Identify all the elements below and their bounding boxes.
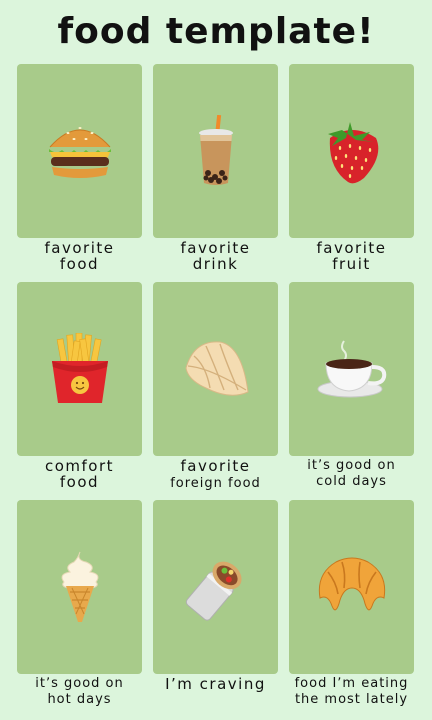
hamburger-icon <box>46 119 114 183</box>
card-image-area <box>289 64 414 238</box>
caption-line-2: food <box>59 255 100 273</box>
bubble-tea-icon <box>194 115 238 187</box>
card-caption: food Iʼm eating the most lately <box>289 676 414 708</box>
card-caption: favorite drink <box>153 240 278 272</box>
card-caption: comfort food <box>17 458 142 490</box>
card-caption: favorite food <box>17 240 142 272</box>
caption-line-1: Iʼm craving <box>165 675 266 693</box>
card-image-area <box>289 500 414 674</box>
card-image-area <box>17 64 142 238</box>
card-hot-days: itʼs good on hot days <box>17 500 142 718</box>
caption-line-2: drink <box>192 255 239 273</box>
card-image-area <box>289 282 414 456</box>
card-image-area <box>17 282 142 456</box>
hot-beverage-icon <box>316 339 388 399</box>
card-craving: Iʼm craving <box>153 500 278 718</box>
card-favorite-fruit: favorite fruit <box>289 64 414 282</box>
food-grid: favorite food favorite drink favorite fr… <box>17 64 415 718</box>
card-favorite-drink: favorite drink <box>153 64 278 282</box>
caption-line-2: fruit <box>332 255 371 273</box>
page-title: food template! <box>57 11 375 52</box>
caption-line-2: foreign food <box>170 476 261 491</box>
card-caption: Iʼm craving <box>153 676 278 692</box>
caption-line-2: cold days <box>316 474 387 489</box>
card-caption: itʼs good on cold days <box>289 458 414 490</box>
card-comfort-food: comfort food <box>17 282 142 500</box>
burrito-icon <box>180 551 252 623</box>
card-image-area <box>153 282 278 456</box>
card-cold-days: itʼs good on cold days <box>289 282 414 500</box>
card-caption: favorite fruit <box>289 240 414 272</box>
caption-line-2: hot days <box>47 692 112 707</box>
french-fries-icon <box>48 333 112 405</box>
croissant-icon <box>314 554 390 620</box>
soft-ice-cream-icon <box>56 550 104 624</box>
card-favorite-foreign-food: favorite foreign food <box>153 282 278 500</box>
caption-line-1: itʼs good on <box>307 458 396 473</box>
strawberry-icon <box>320 116 384 186</box>
card-image-area <box>153 64 278 238</box>
caption-line-2: food <box>59 473 100 491</box>
card-image-area <box>153 500 278 674</box>
caption-line-1: itʼs good on <box>35 676 124 691</box>
dumpling-icon <box>180 336 252 402</box>
caption-line-2: the most lately <box>294 692 409 707</box>
card-caption: favorite foreign food <box>153 458 278 492</box>
card-favorite-food: favorite food <box>17 64 142 282</box>
caption-line-1: food Iʼm eating <box>294 676 409 691</box>
card-caption: itʼs good on hot days <box>17 676 142 708</box>
caption-line-1: favorite <box>180 457 251 475</box>
card-image-area <box>17 500 142 674</box>
card-eating-lately: food Iʼm eating the most lately <box>289 500 414 718</box>
